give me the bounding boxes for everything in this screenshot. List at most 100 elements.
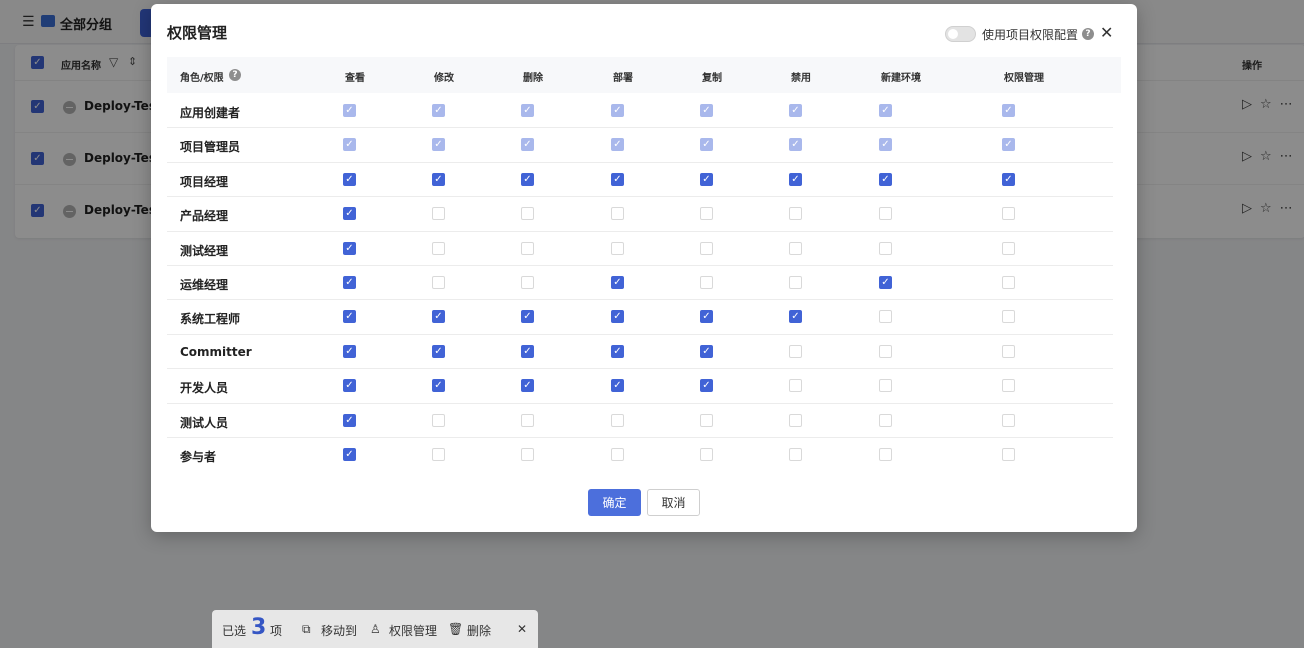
permission-checkbox[interactable] — [879, 241, 892, 255]
role-name: Committer — [180, 344, 252, 359]
permission-checkbox[interactable] — [1002, 379, 1015, 393]
permission-checkbox[interactable]: ✓ — [432, 344, 445, 358]
permission-checkbox[interactable] — [521, 207, 534, 221]
permission-checkbox: ✓ — [432, 104, 445, 117]
permission-checkbox: ✓ — [879, 138, 892, 152]
permission-checkbox[interactable]: ✓ — [789, 172, 802, 186]
permission-checkbox[interactable] — [432, 413, 445, 427]
permission-checkbox[interactable] — [1002, 310, 1015, 324]
permission-checkbox[interactable] — [521, 448, 534, 461]
permission-checkbox[interactable] — [700, 276, 713, 289]
trash-icon[interactable]: 🗑 — [448, 622, 463, 636]
permission-checkbox[interactable] — [611, 413, 624, 427]
permission-checkbox[interactable] — [789, 413, 802, 427]
permission-checkbox[interactable] — [432, 276, 445, 289]
permission-checkbox[interactable] — [1002, 344, 1015, 358]
permission-checkbox: ✓ — [1002, 104, 1015, 117]
permission-checkbox: ✓ — [343, 138, 356, 152]
permission-checkbox[interactable]: ✓ — [611, 379, 624, 393]
permission-checkbox[interactable] — [879, 379, 892, 393]
permission-checkbox[interactable]: ✓ — [789, 310, 802, 324]
permission-checkbox[interactable] — [611, 241, 624, 255]
permission-checkbox[interactable] — [879, 448, 892, 461]
move-to-button[interactable]: 移动到 — [321, 622, 357, 639]
table-row: 测试经理 ✓ — [167, 232, 1113, 266]
permission-checkbox[interactable] — [789, 276, 802, 289]
permission-checkbox[interactable]: ✓ — [343, 310, 356, 324]
permission-checkbox[interactable] — [1002, 207, 1015, 221]
permission-checkbox[interactable] — [700, 241, 713, 255]
toggle-label: 使用项目权限配置 — [982, 28, 1079, 42]
permission-checkbox[interactable]: ✓ — [611, 172, 624, 186]
permission-checkbox[interactable]: ✓ — [432, 172, 445, 186]
permission-checkbox[interactable]: ✓ — [700, 344, 713, 358]
permission-checkbox[interactable] — [879, 413, 892, 427]
permission-checkbox[interactable]: ✓ — [343, 448, 356, 461]
permission-checkbox[interactable] — [432, 207, 445, 221]
project-permission-toggle[interactable] — [945, 26, 976, 42]
role-name: 项目经理 — [180, 174, 229, 189]
table-row: 运维经理 ✓ ✓ ✓ — [167, 266, 1113, 301]
permission-checkbox[interactable]: ✓ — [879, 276, 892, 289]
permission-checkbox[interactable] — [789, 241, 802, 255]
close-icon[interactable]: ✕ — [517, 622, 527, 636]
permission-checkbox[interactable]: ✓ — [521, 310, 534, 324]
permission-checkbox[interactable] — [700, 448, 713, 461]
permission-checkbox[interactable] — [611, 448, 624, 461]
table-row: 产品经理 ✓ — [167, 197, 1113, 232]
permission-checkbox[interactable] — [521, 413, 534, 427]
permission-checkbox[interactable] — [879, 310, 892, 324]
role-name: 系统工程师 — [180, 312, 241, 327]
permission-checkbox[interactable]: ✓ — [343, 344, 356, 358]
permission-checkbox: ✓ — [611, 104, 624, 117]
permission-checkbox[interactable]: ✓ — [521, 172, 534, 186]
permission-checkbox[interactable]: ✓ — [611, 344, 624, 358]
permission-checkbox[interactable] — [521, 276, 534, 289]
permission-checkbox[interactable] — [1002, 276, 1015, 289]
permission-checkbox[interactable]: ✓ — [611, 310, 624, 324]
permission-checkbox[interactable]: ✓ — [700, 310, 713, 324]
table-row: Committer ✓ ✓ ✓ ✓ ✓ — [167, 335, 1113, 370]
permission-checkbox[interactable]: ✓ — [521, 344, 534, 358]
user-icon[interactable]: ♙ — [370, 622, 381, 636]
permission-checkbox[interactable]: ✓ — [432, 379, 445, 393]
permission-checkbox[interactable]: ✓ — [1002, 172, 1015, 186]
confirm-button[interactable]: 确定 — [588, 489, 641, 516]
permission-checkbox[interactable] — [789, 207, 802, 221]
close-icon[interactable]: ✕ — [1100, 24, 1113, 42]
permission-checkbox[interactable] — [1002, 448, 1015, 461]
permission-checkbox[interactable] — [789, 379, 802, 393]
permission-checkbox[interactable]: ✓ — [700, 172, 713, 186]
permission-checkbox[interactable] — [700, 207, 713, 221]
delete-button[interactable]: 删除 — [467, 622, 491, 639]
permission-checkbox[interactable]: ✓ — [521, 379, 534, 393]
permission-checkbox[interactable]: ✓ — [343, 207, 356, 221]
permission-checkbox[interactable]: ✓ — [343, 413, 356, 427]
help-icon[interactable]: ? — [229, 69, 241, 81]
permission-checkbox[interactable] — [700, 413, 713, 427]
permission-checkbox[interactable]: ✓ — [611, 276, 624, 289]
help-icon[interactable]: ? — [1082, 28, 1094, 40]
table-row: 系统工程师 ✓ ✓ ✓ ✓ ✓ ✓ — [167, 300, 1113, 335]
cancel-button[interactable]: 取消 — [647, 489, 700, 516]
permission-checkbox[interactable]: ✓ — [432, 310, 445, 324]
permission-checkbox[interactable]: ✓ — [343, 241, 356, 255]
permission-checkbox[interactable]: ✓ — [879, 172, 892, 186]
column-header: 修改 — [434, 73, 454, 84]
permission-checkbox[interactable] — [1002, 241, 1015, 255]
permission-checkbox[interactable] — [879, 344, 892, 358]
permission-checkbox[interactable] — [1002, 413, 1015, 427]
permission-checkbox[interactable]: ✓ — [343, 276, 356, 289]
permission-checkbox[interactable] — [879, 207, 892, 221]
permission-checkbox[interactable]: ✓ — [700, 379, 713, 393]
permission-checkbox[interactable] — [789, 344, 802, 358]
permission-checkbox[interactable] — [432, 241, 445, 255]
permission-checkbox[interactable] — [789, 448, 802, 461]
permission-checkbox[interactable] — [611, 207, 624, 221]
move-icon[interactable]: ⧉ — [302, 622, 311, 637]
permission-checkbox[interactable] — [432, 448, 445, 461]
permission-checkbox[interactable] — [521, 241, 534, 255]
permission-checkbox[interactable]: ✓ — [343, 172, 356, 186]
permission-checkbox[interactable]: ✓ — [343, 379, 356, 393]
permission-button[interactable]: 权限管理 — [389, 622, 437, 639]
